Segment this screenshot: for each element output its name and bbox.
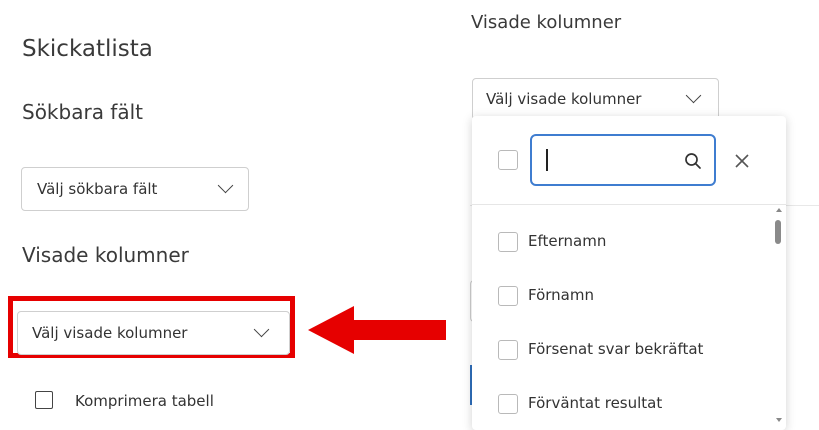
compress-table-option[interactable]: Komprimera tabell [35,390,295,412]
chevron-down-icon [217,177,234,194]
option-label: Efternamn [528,232,607,250]
visible-columns-placeholder: Välj visade kolumner [32,324,188,342]
visible-columns-heading: Visade kolumner [22,243,189,267]
search-input[interactable] [530,134,716,186]
scroll-down-arrow[interactable] [776,418,782,422]
search-icon[interactable] [684,152,702,170]
option-label: Förnamn [528,286,594,304]
visible-columns-heading-right: Visade kolumner [471,12,622,33]
option-checkbox[interactable] [498,232,518,252]
option-checkbox[interactable] [498,340,518,360]
list-item[interactable]: Efternamn [472,227,767,257]
list-item[interactable]: Försenat svar bekräftat [472,335,767,365]
scroll-up-arrow[interactable] [776,208,782,212]
option-checkbox[interactable] [498,286,518,306]
list-item[interactable]: Förväntat resultat [472,389,767,419]
text-cursor [546,149,548,171]
searchable-fields-placeholder: Välj sökbara fält [37,180,158,198]
chevron-down-icon [253,321,270,338]
searchable-fields-heading: Sökbara fält [22,100,143,124]
page-title: Skickatlista [22,36,153,62]
dropdown-divider [472,204,786,205]
option-checkbox[interactable] [498,394,518,414]
compress-table-label: Komprimera tabell [75,392,214,410]
option-label: Förväntat resultat [528,394,663,412]
scrollbar-thumb[interactable] [775,220,781,244]
visible-columns-select[interactable]: Välj visade kolumner [17,311,290,355]
searchable-fields-select[interactable]: Välj sökbara fält [21,167,249,211]
visible-columns-placeholder-right: Välj visade kolumner [486,90,642,108]
visible-columns-dropdown: Efternamn Förnamn Försenat svar bekräfta… [472,116,786,430]
visible-columns-select-open[interactable]: Välj visade kolumner [472,78,719,120]
list-item[interactable]: Förnamn [472,281,767,311]
scrollbar[interactable] [774,206,784,426]
close-icon[interactable] [735,154,749,168]
select-all-checkbox[interactable] [498,150,518,170]
compress-table-checkbox[interactable] [35,391,53,409]
chevron-down-icon [685,87,702,104]
option-label: Försenat svar bekräftat [528,340,704,358]
